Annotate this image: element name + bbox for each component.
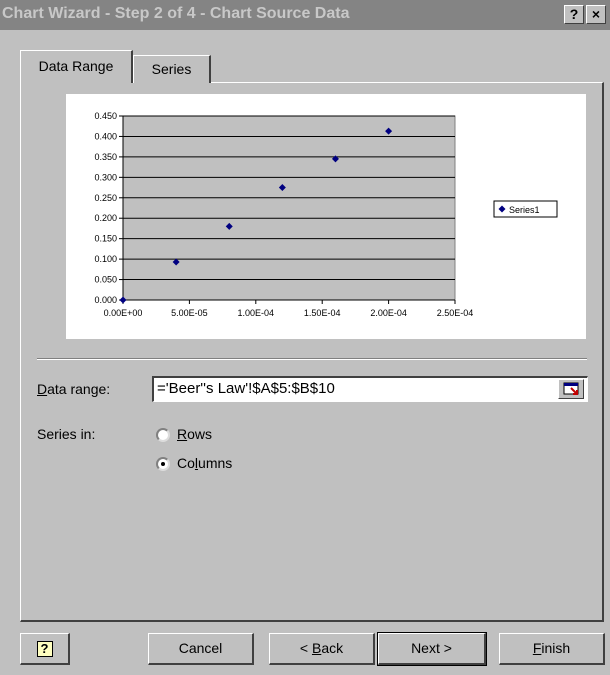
x-tick-label: 1.50E-04 (304, 308, 341, 318)
series-in-label: Series in: (37, 426, 96, 442)
window-title: Chart Wizard - Step 2 of 4 - Chart Sourc… (2, 5, 350, 22)
data-range-input[interactable]: ='Beer''s Law'!$A$5:$B$10 (152, 376, 588, 402)
y-tick-label: 0.050 (94, 275, 117, 285)
help-button[interactable]: ? (20, 633, 70, 665)
legend-label: Series1 (509, 205, 540, 215)
x-tick-label: 2.00E-04 (370, 308, 407, 318)
y-tick-label: 0.350 (94, 152, 117, 162)
cancel-button[interactable]: Cancel (148, 633, 254, 665)
scatter-chart: 0.000 0.050 0.100 0.150 0.200 0.250 0.300 0.350… (94, 111, 558, 318)
data-range-label: Data range: (37, 381, 111, 397)
tab-series[interactable]: Series (133, 55, 211, 83)
collapse-dialog-button[interactable] (558, 379, 584, 399)
x-tick-label: 1.00E-04 (238, 308, 275, 318)
y-tick-label: 0.100 (94, 254, 117, 264)
help-title-button[interactable]: ? (564, 5, 584, 24)
y-tick-label: 0.300 (94, 172, 117, 182)
separator (37, 358, 587, 360)
rows-radio[interactable] (156, 428, 170, 442)
chart-preview: 0.000 0.050 0.100 0.150 0.200 0.250 0.300 0.350… (66, 94, 586, 339)
chart-wizard-dialog: Chart Wizard - Step 2 of 4 - Chart Sourc… (0, 0, 610, 675)
next-button[interactable]: Next > (377, 632, 487, 666)
y-tick-label: 0.150 (94, 234, 117, 244)
y-tick-label: 0.400 (94, 131, 117, 141)
x-tick-label: 5.00E-05 (171, 308, 208, 318)
x-tick-label: 0.00E+00 (104, 308, 143, 318)
finish-button[interactable]: Finish (499, 633, 605, 665)
columns-radio[interactable] (156, 457, 170, 471)
y-tick-label: 0.250 (94, 193, 117, 203)
columns-radio-label[interactable]: Columns (177, 455, 232, 471)
close-button[interactable]: × (586, 5, 606, 24)
y-tick-label: 0.000 (94, 295, 117, 305)
back-button[interactable]: < Back (269, 633, 375, 665)
tab-data-range[interactable]: Data Range (20, 50, 133, 83)
plot-area (122, 115, 456, 301)
title-bar[interactable]: Chart Wizard - Step 2 of 4 - Chart Sourc… (0, 0, 610, 30)
collapse-dialog-icon (563, 382, 579, 395)
help-icon: ? (36, 641, 53, 658)
y-tick-label: 0.200 (94, 213, 117, 223)
x-tick-label: 2.50E-04 (437, 308, 474, 318)
rows-radio-label[interactable]: Rows (177, 426, 212, 442)
radio-selected-dot (161, 462, 165, 466)
y-tick-label: 0.450 (94, 111, 117, 121)
